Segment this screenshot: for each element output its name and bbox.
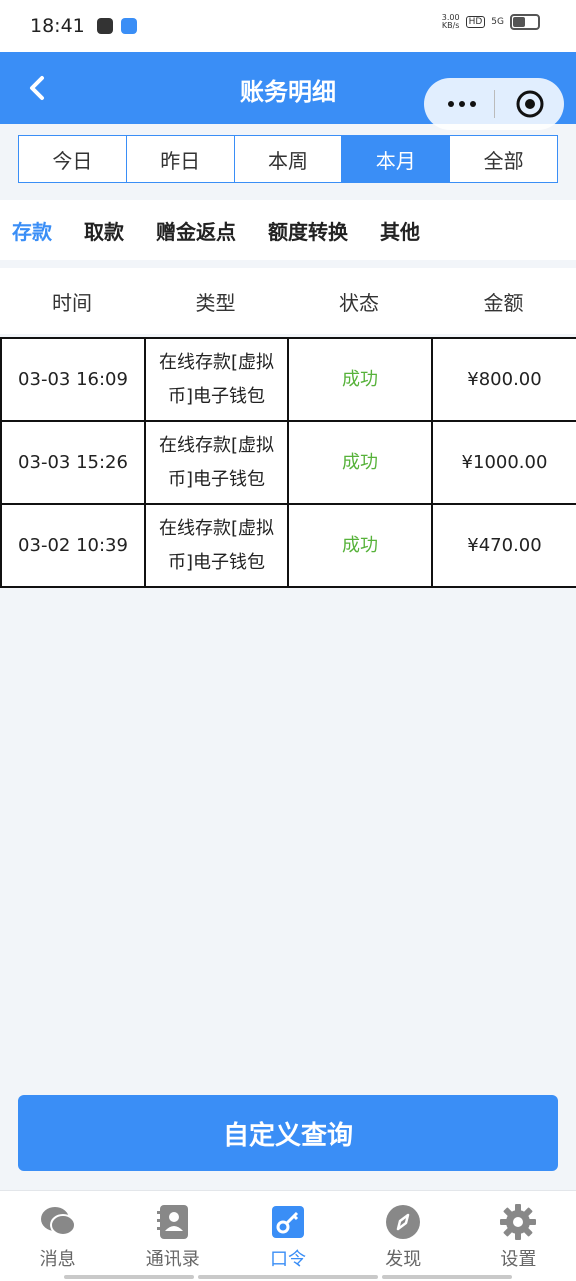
- compass-icon: [386, 1205, 421, 1239]
- cell-type: 在线存款[虚拟币]电子钱包: [144, 420, 289, 505]
- tab-transfer[interactable]: 额度转换: [268, 216, 348, 245]
- cell-amount: ¥800.00: [431, 337, 576, 422]
- cell-time: 03-02 10:39: [0, 503, 146, 588]
- column-header-status: 状态: [339, 290, 379, 315]
- gesture-bar: [64, 1275, 194, 1279]
- contacts-book-icon: [156, 1205, 188, 1239]
- app-notification-icon: [120, 18, 137, 34]
- table-row: 03-03 16:09 在线存款[虚拟币]电子钱包 成功 ¥800.00: [0, 337, 576, 422]
- status-bar: 18:41 3.00 KB/s HD 5G: [0, 0, 576, 52]
- column-header-time: 时间: [52, 290, 92, 315]
- nav-item-messages[interactable]: 消息: [0, 1191, 115, 1281]
- gesture-bar: [198, 1275, 378, 1279]
- cell-time: 03-03 16:09: [0, 337, 146, 422]
- column-header-type: 类型: [195, 290, 236, 315]
- nav-label-messages: 消息: [39, 1249, 76, 1270]
- cell-status: 成功: [287, 420, 433, 505]
- more-dots-icon[interactable]: [442, 92, 482, 116]
- nav-label-discover: 发现: [385, 1249, 422, 1270]
- type-tabs: 存款 取款 赠金返点 额度转换 其他: [0, 200, 576, 260]
- tab-this-month[interactable]: 本月: [342, 136, 451, 182]
- period-tabs: 今日 昨日 本周 本月 全部: [18, 135, 558, 183]
- tab-bonus-rebate[interactable]: 赠金返点: [156, 216, 236, 245]
- transactions-table: 03-03 16:09 在线存款[虚拟币]电子钱包 成功 ¥800.00 03-…: [0, 337, 576, 588]
- net-speed: 3.00 KB/s: [442, 14, 460, 30]
- hd-badge: HD: [465, 16, 486, 28]
- net-speed-unit: KB/s: [441, 21, 460, 30]
- battery-icon: [510, 14, 540, 30]
- cell-status: 成功: [287, 337, 433, 422]
- chat-bubble-icon: [40, 1207, 76, 1236]
- nav-item-contacts[interactable]: 通讯录: [115, 1191, 230, 1281]
- nav-label-contacts: 通讯录: [145, 1249, 200, 1270]
- nav-bar: 账务明细: [0, 52, 576, 130]
- tab-other[interactable]: 其他: [380, 216, 420, 245]
- tab-this-week[interactable]: 本周: [234, 136, 343, 182]
- cell-type: 在线存款[虚拟币]电子钱包: [144, 503, 289, 588]
- column-header-amount: 金额: [483, 290, 524, 315]
- status-time: 18:41: [30, 15, 85, 37]
- table-row: 03-03 15:26 在线存款[虚拟币]电子钱包 成功 ¥1000.00: [0, 420, 576, 505]
- bottom-nav: 消息 通讯录 口令 发现 设置: [0, 1190, 576, 1281]
- tab-all[interactable]: 全部: [450, 136, 557, 182]
- nav-item-settings[interactable]: 设置: [461, 1191, 576, 1281]
- nav-item-discover[interactable]: 发现: [346, 1191, 461, 1281]
- wechat-icon: [96, 18, 113, 34]
- tab-withdraw[interactable]: 取款: [84, 216, 124, 245]
- tab-deposit[interactable]: 存款: [12, 216, 52, 245]
- mini-program-capsule: [424, 78, 564, 130]
- signal-icon: 5G: [491, 17, 504, 27]
- custom-query-button[interactable]: 自定义查询: [18, 1095, 558, 1171]
- target-circle-icon[interactable]: [514, 88, 546, 120]
- gear-icon: [500, 1204, 537, 1240]
- cell-type: 在线存款[虚拟币]电子钱包: [144, 337, 289, 422]
- gesture-bar: [382, 1275, 512, 1279]
- status-notification-icons: [96, 18, 137, 34]
- nav-item-password[interactable]: 口令: [230, 1191, 345, 1281]
- cell-status: 成功: [287, 503, 433, 588]
- table-row: 03-02 10:39 在线存款[虚拟币]电子钱包 成功 ¥470.00: [0, 503, 576, 588]
- table-header: 时间 类型 状态 金额: [0, 268, 576, 334]
- nav-label-password: 口令: [270, 1249, 306, 1270]
- tab-today[interactable]: 今日: [19, 136, 127, 182]
- key-icon: [272, 1206, 304, 1238]
- cell-amount: ¥1000.00: [431, 420, 576, 505]
- cell-amount: ¥470.00: [431, 503, 576, 588]
- tab-yesterday[interactable]: 昨日: [126, 136, 235, 182]
- cell-time: 03-03 15:26: [0, 420, 146, 505]
- nav-label-settings: 设置: [500, 1249, 537, 1270]
- capsule-divider: [494, 90, 495, 118]
- status-indicators: 3.00 KB/s HD 5G: [442, 14, 540, 30]
